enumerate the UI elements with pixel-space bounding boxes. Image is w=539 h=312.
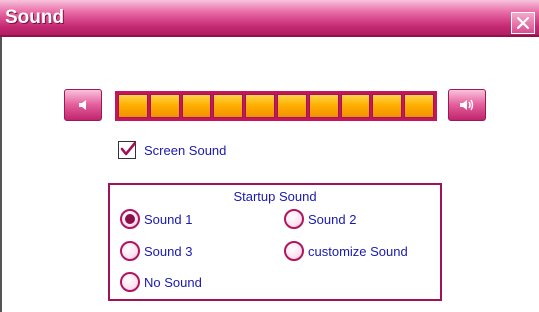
sound-settings-window: Sound Screen Sound Startup Sound Sound 1…: [0, 0, 539, 312]
volume-segment: [213, 94, 244, 118]
volume-segment: [118, 94, 148, 118]
radio-label: Sound 1: [144, 211, 193, 227]
volume-segment: [181, 94, 212, 118]
radio-button[interactable]: [120, 209, 140, 229]
volume-down-button[interactable]: [64, 89, 102, 121]
radio-label: Sound 2: [308, 211, 357, 227]
radio-label: Sound 3: [144, 243, 193, 259]
volume-segment: [149, 94, 180, 118]
radio-customize-sound[interactable]: customize Sound: [284, 241, 408, 261]
startup-sound-group: Startup Sound Sound 1 Sound 2 Sound 3 cu…: [108, 183, 442, 301]
volume-segment: [372, 94, 403, 118]
radio-selected-dot: [125, 214, 135, 224]
close-button[interactable]: [511, 12, 535, 34]
radio-button[interactable]: [120, 241, 140, 261]
title-bar: Sound: [0, 0, 539, 37]
speaker-low-icon: [79, 100, 86, 110]
radio-label: No Sound: [144, 274, 202, 290]
window-title: Sound: [5, 7, 65, 28]
checkmark-icon: [120, 141, 136, 156]
volume-segment: [404, 94, 434, 118]
startup-sound-title: Startup Sound: [233, 189, 317, 204]
radio-label: customize Sound: [308, 243, 408, 259]
radio-no-sound[interactable]: No Sound: [120, 272, 202, 292]
radio-sound-2[interactable]: Sound 2: [284, 209, 356, 229]
volume-segment: [308, 94, 339, 118]
speaker-high-icon: [460, 99, 474, 111]
close-icon: [516, 16, 530, 30]
volume-up-button[interactable]: [448, 89, 486, 121]
screen-sound-label: Screen Sound: [144, 142, 227, 158]
screen-sound-checkbox-row[interactable]: Screen Sound: [118, 141, 226, 159]
radio-sound-3[interactable]: Sound 3: [120, 241, 192, 261]
volume-segment: [245, 94, 275, 118]
radio-button[interactable]: [284, 209, 304, 229]
radio-sound-1[interactable]: Sound 1: [120, 209, 192, 229]
radio-button[interactable]: [120, 272, 140, 292]
screen-sound-checkbox[interactable]: [118, 141, 136, 159]
volume-segment: [276, 94, 307, 118]
window-border: [0, 37, 2, 312]
volume-level-bar[interactable]: [115, 91, 437, 121]
volume-segment: [340, 94, 371, 118]
radio-button[interactable]: [284, 241, 304, 261]
